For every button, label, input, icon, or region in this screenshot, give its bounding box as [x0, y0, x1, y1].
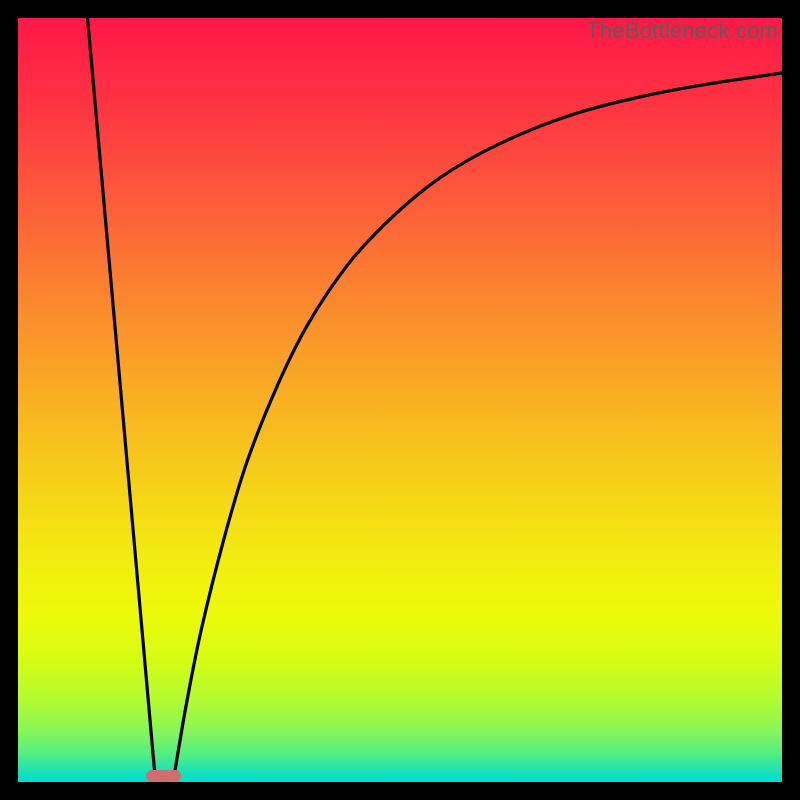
chart-curve: [18, 18, 782, 782]
watermark-text: TheBottleneck.com: [586, 18, 778, 44]
chart-marker: [146, 770, 181, 782]
chart-plot-area: TheBottleneck.com: [18, 18, 782, 782]
chart-frame: TheBottleneck.com: [0, 0, 800, 800]
